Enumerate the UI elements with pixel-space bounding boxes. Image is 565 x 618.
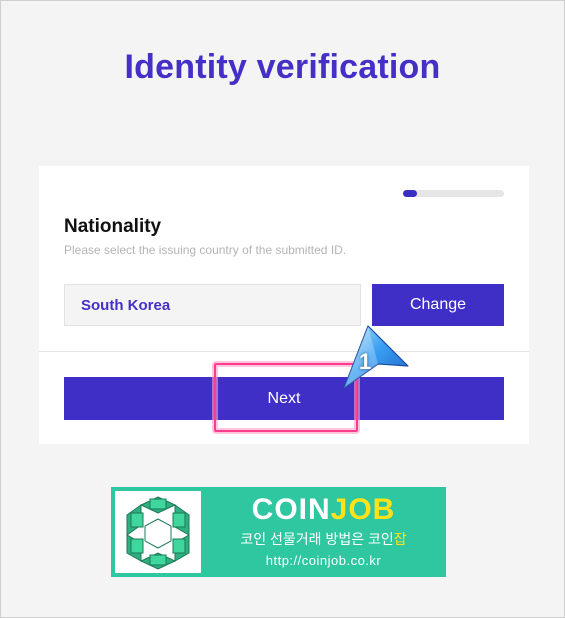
banner-tagline: 코인 선물거래 방법은 코인잡 xyxy=(201,529,446,549)
nationality-title: Nationality xyxy=(64,216,162,237)
banner-logo-box xyxy=(115,491,201,573)
country-field: South Korea xyxy=(64,284,361,326)
tagline-highlight: 잡 xyxy=(393,531,407,547)
page-title: Identity verification xyxy=(124,48,441,86)
step-number: 1 xyxy=(359,349,372,374)
banner-brand: COINJOB xyxy=(201,493,446,527)
change-button[interactable]: Change xyxy=(372,284,504,326)
selected-country: South Korea xyxy=(81,296,171,314)
coinjob-banner[interactable]: COINJOB 코인 선물거래 방법은 코인잡 http://coinjob.c… xyxy=(111,487,446,577)
verification-card: Nationality Please select the issuing co… xyxy=(39,166,529,444)
progress-bar xyxy=(403,190,504,197)
step-pointer-icon xyxy=(343,325,409,389)
next-button[interactable]: Next xyxy=(64,377,504,420)
brand-job: JOB xyxy=(330,493,396,526)
progress-fill xyxy=(403,190,418,197)
nationality-description: Please select the issuing country of the… xyxy=(64,243,347,257)
divider xyxy=(39,351,529,352)
banner-url[interactable]: http://coinjob.co.kr xyxy=(201,553,446,568)
coinjob-logo-icon xyxy=(126,496,190,570)
brand-coin: COIN xyxy=(251,493,331,526)
tagline-text: 코인 선물거래 방법은 코인 xyxy=(240,531,394,547)
